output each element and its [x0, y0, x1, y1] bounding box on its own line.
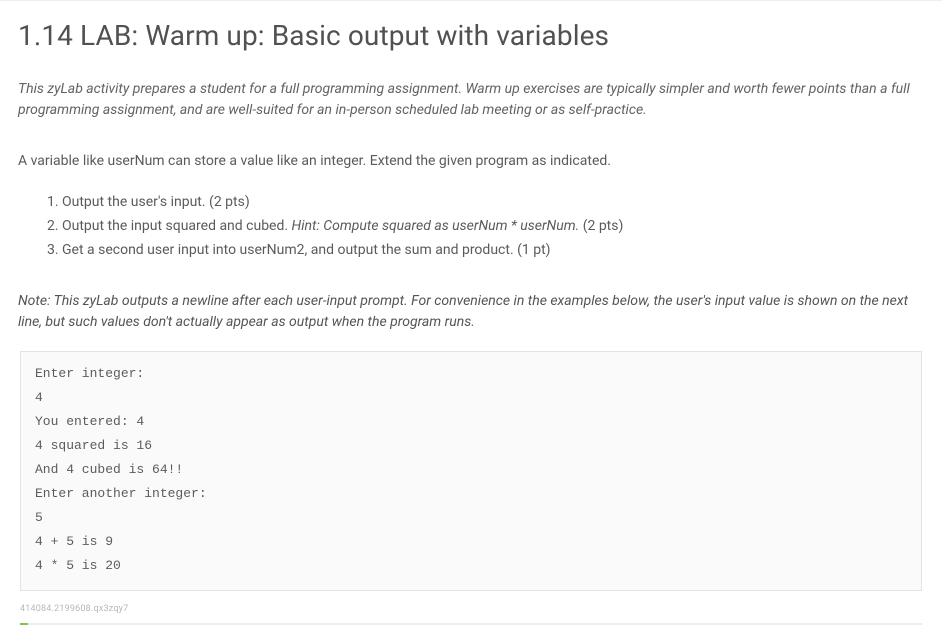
lead-paragraph: A variable like userNum can store a valu… — [18, 151, 924, 172]
lab-activity-page: 1.14 LAB: Warm up: Basic output with var… — [0, 0, 942, 643]
page-title: 1.14 LAB: Warm up: Basic output with var… — [18, 15, 924, 57]
step-item-2: Output the input squared and cubed. Hint… — [62, 216, 924, 237]
note-label: Note: — [18, 293, 50, 309]
progress-bar — [20, 623, 922, 625]
note-body: This zyLab outputs a newline after each … — [18, 293, 908, 330]
step-text: Get a second user input into userNum2, a… — [62, 242, 551, 258]
intro-paragraph: This zyLab activity prepares a student f… — [18, 79, 924, 121]
step-text-post: (2 pts) — [579, 218, 623, 234]
step-item-3: Get a second user input into userNum2, a… — [62, 240, 924, 261]
steps-list: Output the user's input. (2 pts) Output … — [18, 192, 924, 261]
progress-tick — [20, 623, 28, 625]
sample-output-block: Enter integer: 4 You entered: 4 4 square… — [20, 351, 922, 591]
step-text: Output the user's input. (2 pts) — [62, 194, 250, 210]
footer-id: 414084.2199608.qx3zqy7 — [20, 603, 924, 617]
step-text-pre: Output the input squared and cubed. — [62, 218, 292, 234]
step-hint: Hint: Compute squared as userNum * userN… — [292, 218, 580, 234]
note-paragraph: Note: This zyLab outputs a newline after… — [18, 291, 924, 333]
step-item-1: Output the user's input. (2 pts) — [62, 192, 924, 213]
